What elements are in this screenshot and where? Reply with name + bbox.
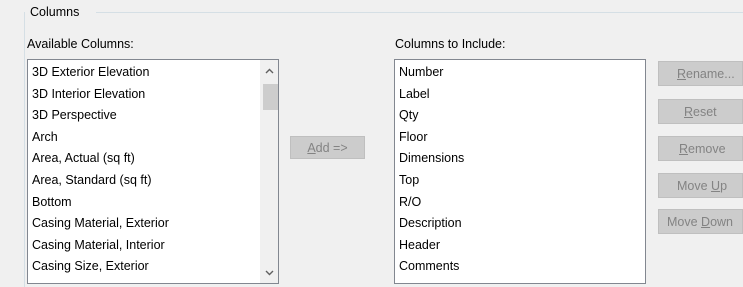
remove-button[interactable]: Remove [658, 136, 743, 161]
move-down-button[interactable]: Move Down [658, 209, 743, 234]
included-column-item[interactable]: R/O [399, 192, 421, 214]
included-column-item[interactable]: Floor [399, 127, 427, 149]
included-column-item[interactable]: Qty [399, 105, 418, 127]
available-columns-label: Available Columns: [27, 37, 134, 51]
included-column-item[interactable]: Dimensions [399, 148, 464, 170]
rename-button[interactable]: Rename... [658, 61, 743, 86]
available-column-item[interactable]: Casing Material, Exterior [32, 213, 169, 235]
available-column-item[interactable]: Area, Actual (sq ft) [32, 148, 135, 170]
available-column-item[interactable]: Arch [32, 127, 58, 149]
move-up-button[interactable]: Move Up [658, 173, 743, 198]
available-column-item[interactable]: 3D Exterior Elevation [32, 62, 149, 84]
available-columns-scrollbar[interactable] [260, 60, 278, 283]
scroll-thumb[interactable] [263, 84, 278, 110]
columns-to-include-list[interactable]: Number Label Qty Floor Dimensions Top R/O Descr… [394, 59, 646, 284]
reset-button[interactable]: Reset [658, 99, 743, 124]
included-column-item[interactable]: Comments [399, 256, 459, 278]
available-column-item[interactable]: 3D Interior Elevation [32, 84, 145, 106]
columns-group-title: Columns [27, 5, 83, 20]
group-frame-top [96, 12, 743, 13]
add-button[interactable]: Add => [290, 136, 365, 159]
available-column-item[interactable]: Bottom [32, 192, 72, 214]
included-column-item[interactable]: Top [399, 170, 419, 192]
available-columns-list[interactable]: 3D Exterior Elevation 3D Interior Elevati… [27, 59, 279, 284]
included-column-item[interactable]: Header [399, 235, 440, 257]
available-column-item[interactable]: Casing Material, Interior [32, 235, 165, 257]
available-column-item[interactable]: Area, Standard (sq ft) [32, 170, 152, 192]
chevron-up-icon[interactable] [261, 62, 278, 79]
chevron-down-icon[interactable] [261, 264, 278, 281]
included-column-item[interactable]: Label [399, 84, 430, 106]
available-column-item[interactable]: 3D Perspective [32, 105, 117, 127]
included-column-item[interactable]: Number [399, 62, 443, 84]
available-column-item[interactable]: Casing Size, Exterior [32, 256, 149, 278]
columns-to-include-label: Columns to Include: [395, 37, 506, 51]
included-column-item[interactable]: Description [399, 213, 462, 235]
group-frame-left [24, 12, 25, 287]
